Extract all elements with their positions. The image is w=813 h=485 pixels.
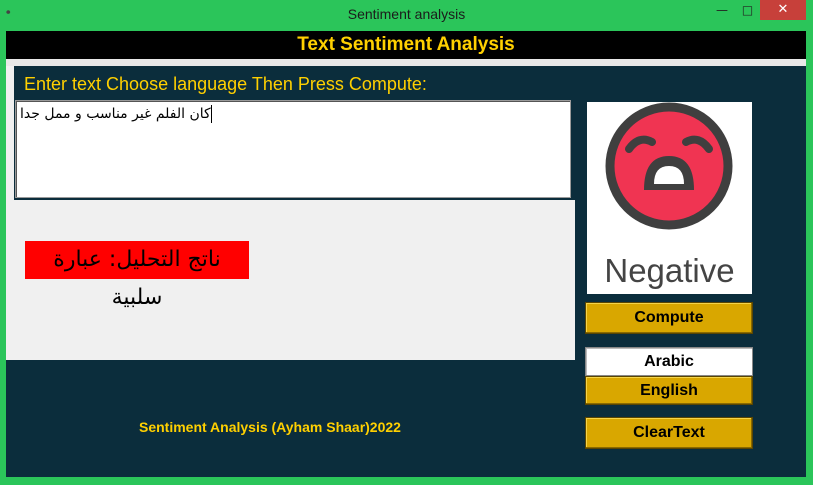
clear-text-button[interactable]: ClearText — [585, 417, 753, 449]
sentiment-panel: Negative — [587, 102, 752, 294]
page-title: Text Sentiment Analysis — [297, 34, 515, 55]
close-button[interactable]: ✕ — [760, 0, 806, 20]
arabic-language-button[interactable]: Arabic — [585, 347, 753, 376]
maximize-button[interactable]: □ — [735, 0, 760, 20]
english-language-button[interactable]: English — [585, 376, 753, 405]
text-input[interactable]: كان الفلم غير مناسب و ممل جدا — [15, 100, 571, 198]
header-bar: Text Sentiment Analysis — [6, 31, 806, 59]
title-bar[interactable]: ⦁ Sentiment analysis — □ ✕ — [0, 0, 813, 30]
instruction-label: Enter text Choose language Then Press Co… — [24, 74, 427, 94]
separator-strip — [6, 59, 806, 66]
app-client-area: Text Sentiment Analysis Enter text Choos… — [6, 31, 806, 477]
sad-face-icon — [605, 102, 733, 230]
result-area — [6, 200, 575, 360]
result-label: ناتج التحليل: عبارة سلبية — [25, 241, 249, 310]
input-value: كان الفلم غير مناسب و ممل جدا — [20, 106, 211, 122]
sentiment-label: Negative — [604, 252, 735, 289]
compute-button[interactable]: Compute — [585, 302, 753, 334]
window-title: Sentiment analysis — [347, 6, 466, 22]
text-caret — [210, 105, 212, 123]
minimize-button[interactable]: — — [709, 0, 735, 20]
footer-credit: Sentiment Analysis (Ayham Shaar)2022 — [139, 419, 401, 435]
